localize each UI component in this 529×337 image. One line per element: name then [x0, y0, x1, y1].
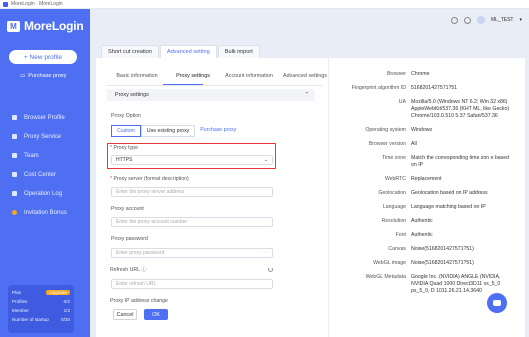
sidebar-item-team[interactable]: Team [12, 146, 67, 165]
proxy-account-input[interactable]: Enter the proxy account number [111, 217, 273, 227]
plan-row-value: 1/2 [63, 308, 70, 313]
summary-row: WebGL image Noise(5168201427571?51) [373, 260, 474, 266]
plan-card: Plan Upgrade Profiles 0/2 Member 1/2 Num… [8, 285, 74, 333]
summary-row: Language Language matching based on IP [382, 204, 486, 210]
summary-row: Browser Chrome [386, 71, 430, 77]
summary-row: WebRTC Replacement [384, 176, 442, 182]
log-icon [12, 191, 17, 196]
proxy-type-select[interactable]: HTTPS ⌄ [111, 155, 273, 165]
plan-row-value: 0/2 [63, 299, 70, 304]
brand-name: MoreLogin [24, 19, 84, 33]
plan-label: Plan [12, 290, 22, 295]
sidebar-item-label: Invitation Bonus [24, 209, 67, 216]
tabs-divider [106, 85, 322, 86]
fingerprint-summary: Browser Chrome Fingerprint algorithm ID 51… [333, 71, 513, 302]
chat-icon [493, 300, 501, 306]
avatar[interactable] [476, 16, 485, 24]
purchase-proxy-link[interactable]: ▭ Purchase proxy [20, 73, 66, 79]
settings-tabs: Basic information Proxy settings Account… [109, 73, 333, 79]
ok-button[interactable]: OK [144, 309, 168, 320]
option-custom[interactable]: Custom [111, 125, 141, 137]
summary-row: Operating system Windows [365, 127, 433, 133]
refresh-url-label: Refresh URL ⓘ [110, 267, 147, 273]
proxy-type-label: * Proxy type [110, 145, 138, 151]
sidebar-item-label: Browser Profile [24, 114, 65, 121]
header-actions: ML_TEST ▾ [450, 16, 522, 24]
option-purchase-proxy[interactable]: Purchase proxy [195, 125, 241, 137]
sidebar-item-proxy-service[interactable]: Proxy Service [12, 127, 67, 146]
sidebar-item-operation-log[interactable]: Operation Log [12, 184, 67, 203]
tab-short-cut-creation[interactable]: Short cut creation [101, 45, 159, 58]
cancel-button[interactable]: Cancel [113, 309, 137, 320]
ip-change-label: Proxy IP address change [110, 298, 168, 304]
wallet-icon [12, 172, 17, 177]
proxy-type-value: HTTPS [116, 157, 133, 163]
plan-row-key: Member [12, 308, 29, 313]
purchase-proxy-label: Purchase proxy [28, 73, 67, 79]
summary-row: Geolocation Geolocation based on IP addre… [378, 190, 488, 196]
sidebar-item-browser-profile[interactable]: Browser Profile [12, 108, 67, 127]
sidebar-item-label: Cost Center [24, 171, 57, 178]
team-icon [12, 153, 17, 158]
sidebar: M MoreLogin + New profile ▭ Purchase pro… [0, 9, 90, 337]
summary-row: UA Mozilla/5.0 (Windows NT 6.2; Win 32 x8… [398, 99, 510, 119]
tab-basic-information[interactable]: Basic information [109, 73, 165, 79]
gift-icon [12, 210, 17, 215]
sidebar-item-label: Proxy Service [24, 133, 62, 140]
proxy-password-input[interactable]: Enter proxy password ⋯ [111, 248, 273, 258]
sidebar-nav: Browser Profile Proxy Service Team Cost … [12, 108, 67, 222]
proxy-account-label: Proxy account [111, 206, 144, 212]
summary-row: Fingerprint algorithm ID 5168201427571?51 [351, 85, 458, 91]
sidebar-item-invitation-bonus[interactable]: Invitation Bonus [12, 203, 67, 222]
brand: M MoreLogin [7, 19, 84, 33]
tab-bulk-import[interactable]: Bulk import [217, 45, 260, 58]
tab-advanced-settings[interactable]: Advanced settings [277, 73, 333, 79]
panel-divider [328, 58, 329, 337]
summary-row: WebGL Metadata Google Inc. (NVIDIA) ANGLE… [365, 274, 501, 294]
plan-row-key: Profiles [12, 299, 28, 304]
proxy-server-label: * Proxy server (format description) [110, 176, 189, 182]
info-icon: ⓘ [141, 267, 147, 273]
summary-row: Font Authentic [395, 232, 433, 238]
sidebar-item-label: Operation Log [24, 190, 63, 197]
tab-advanced-setting[interactable]: Advanced setting [159, 45, 217, 58]
window-titlebar: MoreLogin · MoreLogin [0, 0, 529, 9]
proxy-option-label: Proxy Option [111, 113, 141, 119]
summary-row: Resolution Authentic [381, 218, 433, 224]
sidebar-item-cost-center[interactable]: Cost Center [12, 165, 67, 184]
summary-row: Canvas Noise(5168201427571?51) [388, 246, 474, 252]
tab-account-information[interactable]: Account information [221, 73, 277, 79]
proxy-option-selector: Custom Use existing proxy Purchase proxy [111, 125, 241, 137]
eye-icon[interactable]: ⋯ [263, 250, 268, 256]
chevron-down-icon[interactable]: ▾ [519, 17, 522, 23]
creation-tabs: Short cut creation Advanced setting Bulk… [101, 45, 261, 58]
loading-icon [268, 267, 273, 272]
refresh-url-input[interactable]: Enter refresh URL [111, 279, 273, 289]
proxy-server-input[interactable]: Enter the proxy server address [111, 187, 273, 197]
cart-icon: ▭ [20, 73, 26, 79]
plan-row-key: Number of startup [12, 317, 49, 322]
tab-proxy-settings[interactable]: Proxy settings [165, 73, 221, 79]
proxy-settings-section[interactable]: Proxy settings ⌃ [107, 89, 315, 101]
browser-icon [12, 115, 17, 120]
app-logo-icon [3, 1, 8, 7]
section-title: Proxy settings [115, 92, 149, 98]
notification-icon[interactable] [463, 16, 471, 24]
upgrade-button[interactable]: Upgrade [46, 290, 70, 295]
summary-row: Browser version All [368, 141, 417, 147]
username[interactable]: ML_TEST [491, 17, 514, 23]
chevron-down-icon: ⌄ [263, 157, 268, 163]
sidebar-item-label: Team [24, 152, 39, 159]
proxy-password-label: Proxy password [111, 236, 148, 242]
new-profile-button[interactable]: + New profile [9, 50, 77, 64]
option-use-existing-proxy[interactable]: Use existing proxy [140, 125, 196, 137]
window-title: MoreLogin · MoreLogin [11, 1, 63, 7]
proxy-icon [12, 134, 17, 139]
chevron-up-icon: ⌃ [304, 92, 309, 98]
morelogin-logo-icon: M [7, 20, 20, 32]
help-icon[interactable] [450, 16, 458, 24]
chat-support-button[interactable] [487, 293, 507, 313]
plan-row-value: 0/20 [61, 317, 70, 322]
summary-row: Time zone Match the corresponding time zo… [381, 155, 510, 168]
